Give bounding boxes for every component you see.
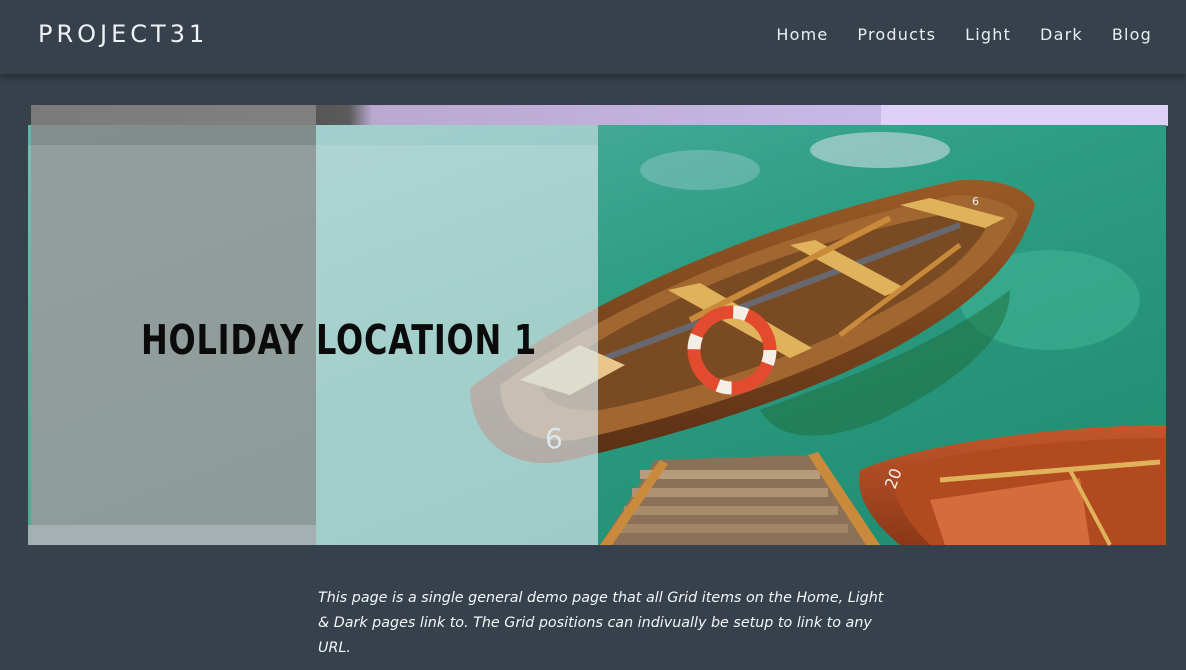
nav-products-link[interactable]: Products: [857, 25, 936, 44]
boat-number-6-small: 6: [972, 195, 979, 208]
hero-lilac-accent: [881, 105, 1168, 125]
main-nav: Home Products Light Dark Blog: [776, 25, 1152, 44]
nav-home-link[interactable]: Home: [776, 25, 828, 44]
hero-title: HOLIDAY LOCATION 1: [141, 316, 538, 364]
top-navigation-bar: PROJECT31 Home Products Light Dark Blog: [0, 0, 1186, 74]
site-logo[interactable]: PROJECT31: [38, 20, 208, 48]
nav-blog-link[interactable]: Blog: [1112, 25, 1152, 44]
hero-image: 6 6 20: [28, 105, 1168, 546]
nav-light-link[interactable]: Light: [965, 25, 1011, 44]
hero-section: 6 6 20 HOLIDAY LOCATION 1: [0, 0, 1186, 560]
page-description: This page is a single general demo page …: [318, 590, 884, 656]
nav-dark-link[interactable]: Dark: [1040, 25, 1083, 44]
